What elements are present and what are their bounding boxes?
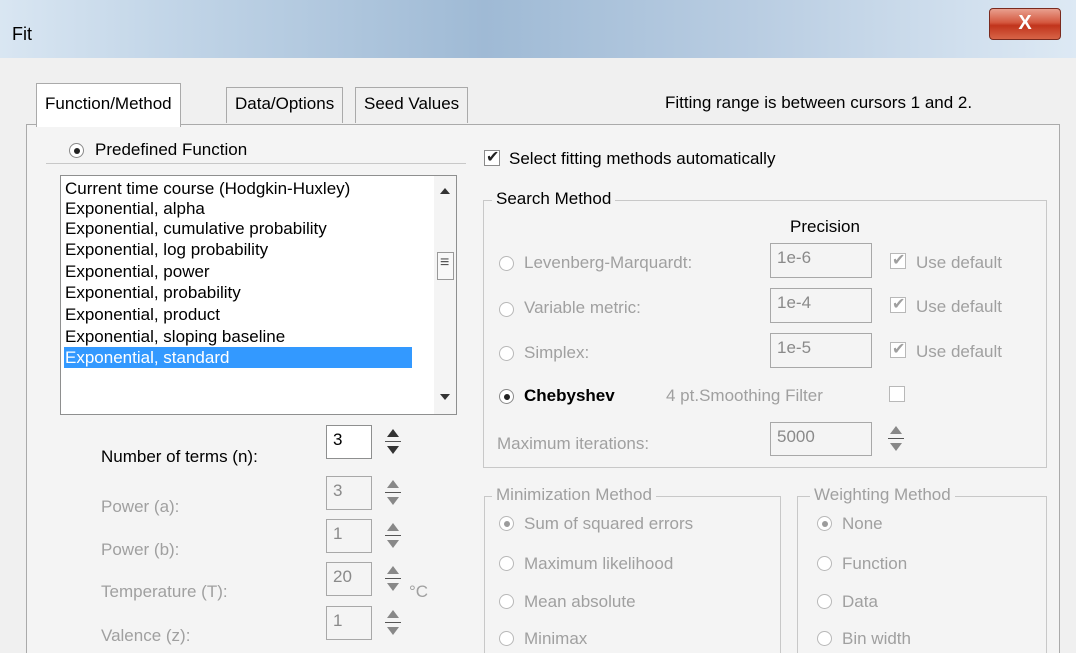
- temperature-spinner[interactable]: [383, 562, 403, 596]
- close-button[interactable]: X: [989, 8, 1061, 40]
- valence-input[interactable]: 1: [326, 606, 372, 640]
- weighting-legend: Weighting Method: [810, 485, 955, 505]
- list-item[interactable]: Exponential, log probability: [65, 239, 268, 260]
- list-item-selected[interactable]: Exponential, standard: [64, 347, 412, 368]
- list-item[interactable]: Exponential, sloping baseline: [65, 326, 285, 347]
- variable-metric-radio[interactable]: [499, 302, 514, 317]
- predefined-group-frame: [46, 163, 466, 165]
- close-icon: X: [1018, 12, 1032, 34]
- weighting-radio[interactable]: [817, 516, 832, 531]
- terms-input[interactable]: 3: [326, 425, 372, 459]
- list-item[interactable]: Exponential, cumulative probability: [65, 218, 327, 239]
- minimization-legend: Minimization Method: [492, 485, 656, 505]
- list-item[interactable]: Exponential, probability: [65, 282, 241, 303]
- tab-seed-values[interactable]: Seed Values: [355, 87, 469, 123]
- weighting-radio[interactable]: [817, 556, 832, 571]
- fit-dialog: Fit X Function/Method Data/Options Seed …: [0, 0, 1076, 653]
- levenberg-marquardt-radio[interactable]: [499, 256, 514, 271]
- smoothing-filter-checkbox[interactable]: [889, 386, 905, 402]
- power-a-input[interactable]: 3: [326, 476, 372, 510]
- variable-metric-label: Variable metric:: [524, 298, 641, 317]
- minimization-radio[interactable]: [499, 516, 514, 531]
- terms-spinner[interactable]: [383, 425, 403, 459]
- minimization-radio[interactable]: [499, 556, 514, 571]
- search-method-group: [483, 200, 1047, 468]
- temperature-input[interactable]: 20: [326, 562, 372, 596]
- tab-label: Function/Method: [45, 94, 172, 113]
- smoothing-filter-label: 4 pt.Smoothing Filter: [666, 386, 823, 405]
- precision-header: Precision: [790, 217, 860, 236]
- precision-input[interactable]: 1e-6: [770, 243, 872, 278]
- minimization-radio[interactable]: [499, 631, 514, 646]
- power-b-label: Power (b):: [101, 540, 180, 559]
- valence-spinner[interactable]: [383, 606, 403, 640]
- weighting-option: Bin width: [842, 629, 911, 648]
- tab-function-method[interactable]: Function/Method: [36, 83, 181, 127]
- scroll-up-icon[interactable]: [440, 188, 450, 194]
- power-a-spinner[interactable]: [383, 476, 403, 510]
- predefined-function-label: Predefined Function: [95, 140, 252, 160]
- use-default-label: Use default: [916, 253, 1002, 272]
- precision-input[interactable]: 1e-5: [770, 333, 872, 368]
- simplex-label: Simplex:: [524, 343, 590, 362]
- levenberg-marquardt-label: Levenberg-Marquardt:: [524, 253, 693, 272]
- scroll-down-icon[interactable]: [440, 394, 450, 400]
- title-bar: Fit X: [0, 0, 1076, 58]
- max-iterations-input[interactable]: 5000: [770, 422, 872, 456]
- weighting-option: None: [842, 514, 883, 533]
- power-b-input[interactable]: 1: [326, 519, 372, 553]
- use-default-label: Use default: [916, 342, 1002, 361]
- use-default-checkbox[interactable]: [890, 250, 906, 270]
- use-default-checkbox[interactable]: [890, 339, 906, 359]
- weighting-option: Data: [842, 592, 878, 611]
- list-item[interactable]: Current time course (Hodgkin-Huxley): [65, 178, 350, 199]
- power-a-label: Power (a):: [101, 497, 180, 516]
- list-item[interactable]: Exponential, alpha: [65, 198, 205, 219]
- fitting-range-note: Fitting range is between cursors 1 and 2…: [665, 93, 973, 112]
- tab-label: Data/Options: [235, 94, 335, 113]
- auto-select-checkbox[interactable]: [484, 147, 500, 167]
- weighting-radio[interactable]: [817, 631, 832, 646]
- predefined-function-radio[interactable]: [69, 143, 84, 158]
- simplex-radio[interactable]: [499, 346, 514, 361]
- list-item[interactable]: Exponential, product: [65, 304, 220, 325]
- minimization-option: Mean absolute: [524, 592, 636, 611]
- scroll-thumb[interactable]: [437, 252, 454, 280]
- precision-input[interactable]: 1e-4: [770, 288, 872, 323]
- function-listbox[interactable]: Current time course (Hodgkin-Huxley) Exp…: [60, 175, 457, 415]
- minimization-radio[interactable]: [499, 594, 514, 609]
- listbox-scrollbar[interactable]: [434, 176, 456, 414]
- chebyshev-label: Chebyshev: [524, 386, 615, 405]
- minimization-option: Minimax: [524, 629, 588, 648]
- max-iterations-spinner[interactable]: [886, 422, 906, 456]
- minimization-option: Sum of squared errors: [524, 514, 694, 533]
- max-iterations-label: Maximum iterations:: [497, 434, 650, 453]
- search-method-legend: Search Method: [492, 189, 616, 209]
- auto-select-label: Select fitting methods automatically: [509, 149, 776, 168]
- tab-data-options[interactable]: Data/Options: [226, 87, 344, 123]
- minimization-option: Maximum likelihood: [524, 554, 674, 573]
- weighting-radio[interactable]: [817, 594, 832, 609]
- list-item[interactable]: Exponential, power: [65, 261, 210, 282]
- window-title: Fit: [12, 24, 32, 44]
- tab-label: Seed Values: [364, 94, 460, 113]
- weighting-option: Function: [842, 554, 908, 573]
- terms-label: Number of terms (n):: [101, 447, 258, 466]
- use-default-label: Use default: [916, 297, 1002, 316]
- valence-label: Valence (z):: [101, 626, 191, 645]
- chebyshev-radio[interactable]: [499, 389, 514, 404]
- temperature-unit: °C: [409, 582, 429, 601]
- use-default-checkbox[interactable]: [890, 294, 906, 314]
- temperature-label: Temperature (T):: [101, 582, 228, 601]
- weighting-group: [797, 496, 1047, 653]
- power-b-spinner[interactable]: [383, 519, 403, 553]
